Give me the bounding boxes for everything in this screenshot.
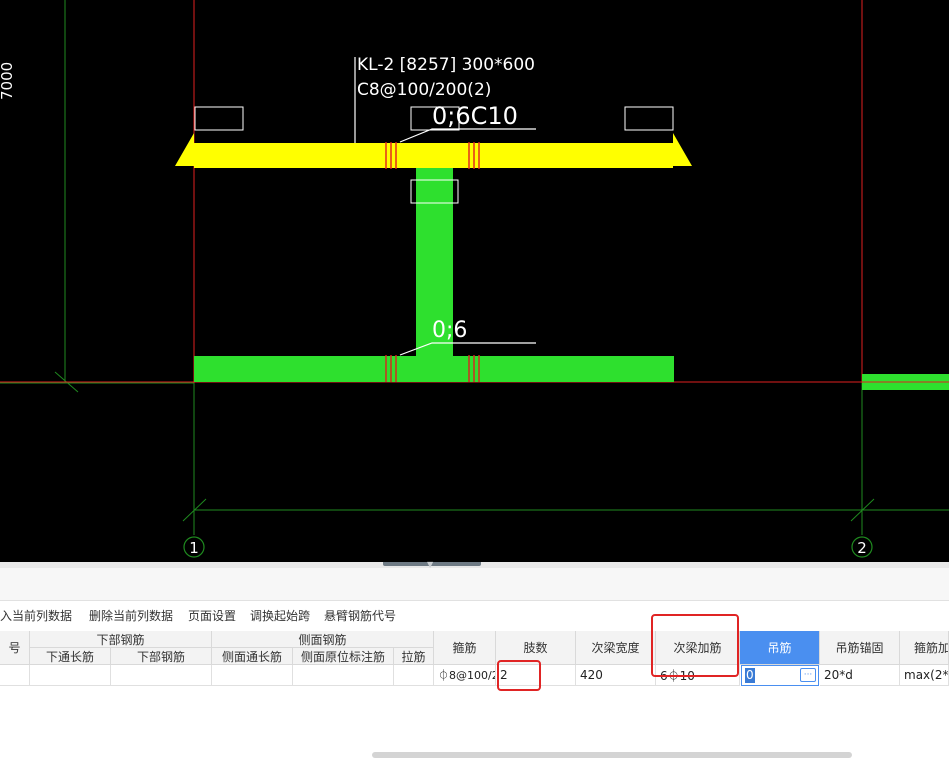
- axis-label-1: 1: [189, 539, 199, 557]
- cell-bottom-rebar[interactable]: [111, 665, 212, 686]
- more-options-button[interactable]: ···: [800, 668, 816, 682]
- beam-label[interactable]: KL-2 [8257] 300*600: [357, 55, 535, 75]
- top-bar-left-hook: [175, 133, 194, 166]
- label-box-left: [194, 106, 244, 131]
- cad-drawing-svg: KL-2 [8257] 300*600 C8@100/200(2) 0;6C10…: [0, 0, 949, 558]
- cell-tie[interactable]: [394, 665, 434, 686]
- hanger-value[interactable]: 0: [745, 668, 755, 683]
- delete-column-button[interactable]: 删除当前列数据: [89, 607, 173, 624]
- header-hanger-anchor[interactable]: 吊筋锚固: [820, 631, 900, 665]
- header-side-group: 侧面钢筋: [212, 631, 434, 648]
- cantilever-code-button[interactable]: 悬臂钢筋代号: [324, 607, 396, 624]
- header-hao[interactable]: 号: [0, 631, 30, 665]
- top-annot-leader: [399, 128, 536, 143]
- hanger-cell-editor[interactable]: 0 ···: [741, 665, 819, 686]
- header-bottom-rebar[interactable]: 下部钢筋: [111, 648, 212, 665]
- hanger-rebar-web[interactable]: [416, 168, 453, 382]
- header-sec-add[interactable]: 次梁加筋: [656, 631, 740, 665]
- cad-drawing-canvas[interactable]: KL-2 [8257] 300*600 C8@100/200(2) 0;6C10…: [0, 0, 949, 562]
- panel-strip: [0, 568, 949, 601]
- header-stirrup[interactable]: 箍筋: [434, 631, 496, 665]
- cell-stirrup-add[interactable]: max(2*h: [900, 665, 949, 686]
- header-hanger[interactable]: 吊筋: [740, 631, 820, 665]
- cell-side-through[interactable]: [212, 665, 293, 686]
- horizontal-scrollbar[interactable]: [372, 752, 852, 758]
- header-sec-width[interactable]: 次梁宽度: [576, 631, 656, 665]
- label-box-right: [624, 106, 674, 131]
- header-side-through[interactable]: 侧面通长筋: [212, 648, 293, 665]
- bottom-rebar-band[interactable]: [194, 356, 674, 382]
- header-bottom-group: 下部钢筋: [30, 631, 212, 648]
- cell-hanger-anchor[interactable]: 20*d: [820, 665, 900, 686]
- header-tie[interactable]: 拉筋: [394, 648, 434, 665]
- insert-column-button[interactable]: 插入当前列数据: [0, 607, 72, 624]
- bottom-rebar-annotation[interactable]: 0;6: [432, 318, 467, 343]
- axis-label-2: 2: [857, 539, 867, 557]
- cell-sec-width[interactable]: 420: [576, 665, 656, 686]
- cell-bottom-through[interactable]: [30, 665, 111, 686]
- page-setup-button[interactable]: 页面设置: [188, 607, 236, 624]
- table-toolbar: 插入当前列数据 删除当前列数据 页面设置 调换起始跨 悬臂钢筋代号: [0, 601, 949, 629]
- header-legs[interactable]: 肢数: [496, 631, 576, 665]
- top-rebar-annotation[interactable]: 0;6C10: [432, 102, 518, 130]
- header-stirrup-add[interactable]: 箍筋加: [900, 631, 949, 665]
- swap-start-span-button[interactable]: 调换起始跨: [250, 607, 310, 624]
- header-bottom-through[interactable]: 下通长筋: [30, 648, 111, 665]
- header-side-original[interactable]: 侧面原位标注筋: [293, 648, 394, 665]
- top-bar-right-hook: [673, 133, 692, 166]
- dimension-text: 7000: [0, 62, 16, 100]
- cell-hao[interactable]: [0, 665, 30, 686]
- cell-legs[interactable]: 2: [496, 665, 576, 686]
- stirrup-label[interactable]: C8@100/200(2): [357, 80, 491, 100]
- cell-sec-add[interactable]: 6⏀10: [656, 665, 740, 686]
- cell-stirrup[interactable]: ⏀8@100/2: [434, 665, 496, 686]
- cell-side-original[interactable]: [293, 665, 394, 686]
- top-rebar-band[interactable]: [194, 143, 673, 168]
